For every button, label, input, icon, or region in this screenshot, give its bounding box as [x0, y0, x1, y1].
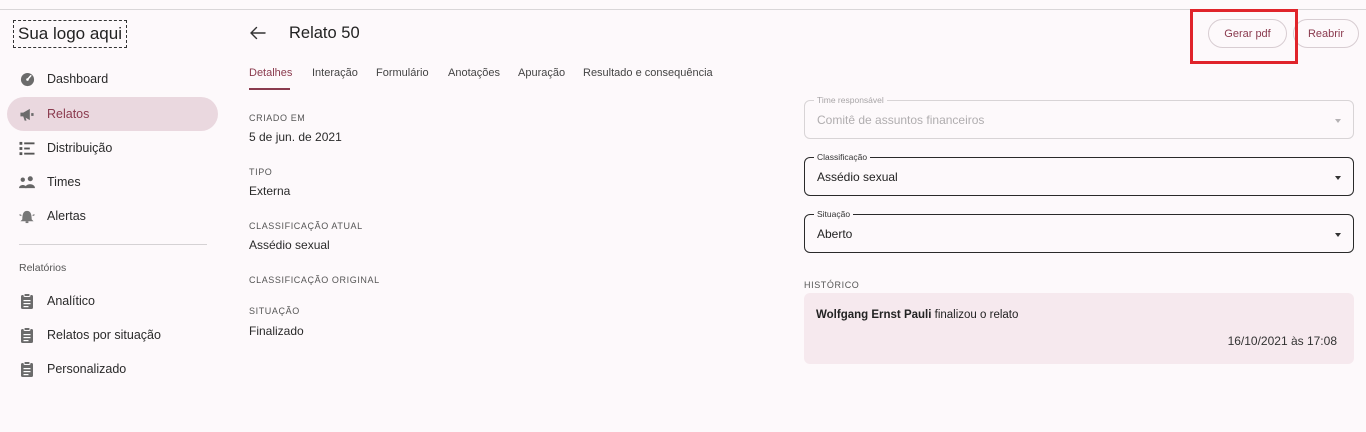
team-select: Time responsável Comitê de assuntos fina… — [804, 95, 1354, 139]
situation-select[interactable]: Situação Aberto — [804, 209, 1354, 253]
team-select-value: Comitê de assuntos financeiros — [817, 113, 985, 127]
highlight-box — [1190, 9, 1298, 64]
chevron-down-icon — [1335, 119, 1341, 123]
tab-formulario[interactable]: Formulário — [376, 67, 429, 79]
chevron-down-icon[interactable] — [1335, 233, 1341, 237]
current-classification-label: CLASSIFICAÇÃO ATUAL — [249, 221, 363, 231]
type-value: Externa — [249, 184, 291, 198]
active-tab-indicator — [249, 88, 290, 90]
situation-select-label: Situação — [814, 209, 854, 219]
classification-select-value: Assédio sexual — [817, 170, 898, 184]
history-action: finalizou o relato — [931, 309, 1019, 321]
created-value: 5 de jun. de 2021 — [249, 130, 342, 144]
sidebar-item-label: Times — [47, 175, 81, 189]
page-title: Relato 50 — [289, 24, 360, 42]
tab-resultado-e-consequencia[interactable]: Resultado e consequência — [583, 67, 713, 79]
logo[interactable]: Sua logo aqui — [13, 20, 127, 48]
clipboard-icon — [19, 293, 35, 309]
original-classification-label: CLASSIFICAÇÃO ORIGINAL — [249, 275, 380, 285]
current-classification-value: Assédio sexual — [249, 238, 330, 252]
sidebar-item-relatos[interactable]: Relatos — [7, 97, 218, 131]
sidebar-item-label: Dashboard — [47, 72, 109, 86]
classification-select[interactable]: Classificação Assédio sexual — [804, 152, 1354, 196]
created-label: CRIADO EM — [249, 113, 306, 123]
tab-detalhes[interactable]: Detalhes — [249, 67, 292, 79]
team-select-label: Time responsável — [814, 95, 887, 105]
reopen-button[interactable]: Reabrir — [1293, 19, 1359, 48]
tab-interacao[interactable]: Interação — [312, 67, 358, 79]
distribution-list-icon — [19, 140, 35, 156]
megaphone-icon — [19, 106, 35, 122]
sidebar-item-label: Relatos por situação — [47, 328, 161, 342]
people-group-icon — [19, 174, 35, 190]
sidebar: Sua logo aqui Dashboard Relatos Distribu… — [0, 0, 230, 432]
sidebar-item-alertas[interactable]: Alertas — [7, 199, 218, 233]
history-card: Wolfgang Ernst Pauli finalizou o relato … — [804, 293, 1354, 364]
sidebar-item-personalizado[interactable]: Personalizado — [7, 352, 218, 386]
back-arrow-icon[interactable] — [249, 24, 267, 42]
sidebar-item-label: Analítico — [47, 294, 95, 308]
type-label: TIPO — [249, 167, 273, 177]
status-value: Finalizado — [249, 324, 304, 338]
tab-anotacoes[interactable]: Anotações — [448, 67, 500, 79]
history-label: HISTÓRICO — [804, 280, 860, 290]
history-author: Wolfgang Ernst Pauli — [816, 309, 932, 321]
history-timestamp: 16/10/2021 às 17:08 — [1227, 334, 1337, 348]
sidebar-divider — [19, 244, 207, 245]
sidebar-item-label: Relatos — [47, 107, 90, 121]
sidebar-item-analitico[interactable]: Analítico — [7, 284, 218, 318]
sidebar-item-label: Personalizado — [47, 362, 127, 376]
clipboard-icon — [19, 327, 35, 343]
dashboard-gauge-icon — [19, 71, 35, 87]
sidebar-item-relatos-por-situacao[interactable]: Relatos por situação — [7, 318, 218, 352]
sidebar-item-label: Distribuição — [47, 141, 113, 155]
clipboard-icon — [19, 361, 35, 377]
chevron-down-icon[interactable] — [1335, 176, 1341, 180]
history-entry: Wolfgang Ernst Pauli finalizou o relato — [816, 309, 1018, 321]
status-label: SITUAÇÃO — [249, 306, 300, 316]
sidebar-item-times[interactable]: Times — [7, 165, 218, 199]
sidebar-item-dashboard[interactable]: Dashboard — [7, 62, 218, 96]
sidebar-item-distribuicao[interactable]: Distribuição — [7, 131, 218, 165]
alert-bell-icon — [19, 208, 35, 224]
sidebar-item-label: Alertas — [47, 209, 86, 223]
classification-select-label: Classificação — [814, 152, 871, 162]
reports-section-label: Relatórios — [19, 262, 67, 274]
situation-select-value: Aberto — [817, 227, 853, 241]
tab-apuracao[interactable]: Apuração — [518, 67, 565, 79]
